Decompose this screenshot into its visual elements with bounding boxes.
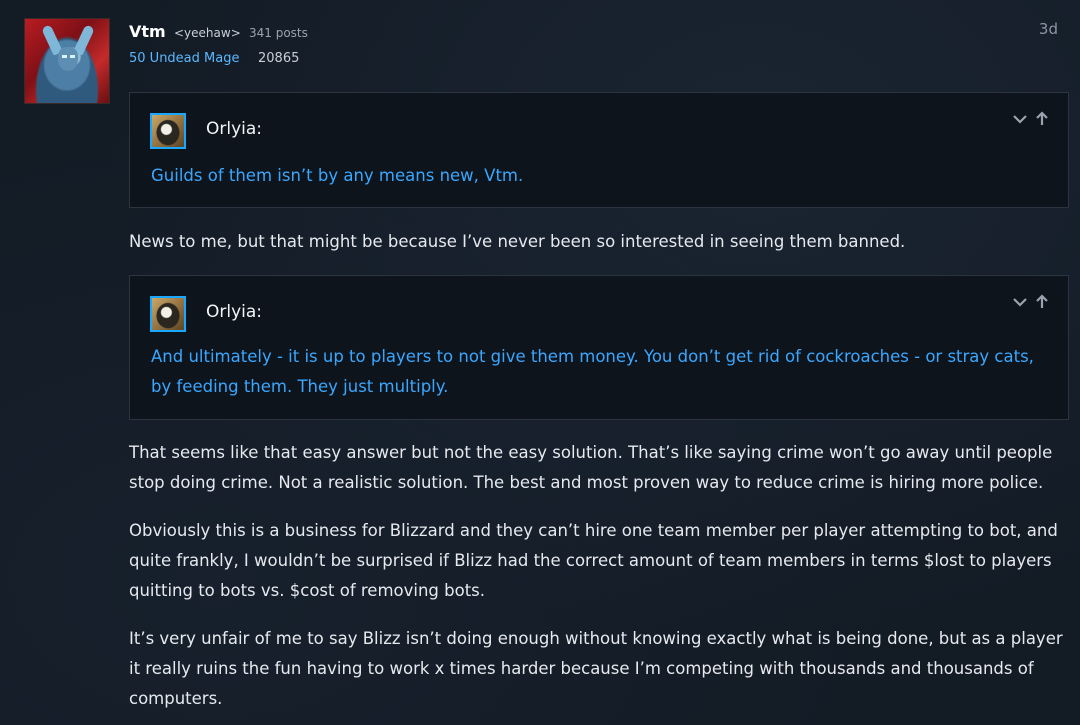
- quote-username: Orlyia:: [206, 119, 263, 139]
- avatar-face: [58, 47, 78, 71]
- achievement-points: 20865: [258, 51, 300, 66]
- arrow-up-icon[interactable]: [1034, 294, 1050, 314]
- quote-avatar[interactable]: [150, 113, 186, 149]
- quote-username: Orlyia:: [206, 302, 263, 322]
- user-avatar[interactable]: [24, 18, 110, 104]
- character-info[interactable]: 50 Undead Mage: [129, 51, 239, 66]
- quote-block: Orlyia: Guilds of them isn’t by any mean…: [129, 92, 1069, 208]
- post-paragraph: That seems like that easy answer but not…: [129, 443, 1053, 492]
- quote-tools: [1012, 111, 1050, 131]
- user-title: <yeehaw>: [174, 26, 241, 40]
- avatar-eye-right: [70, 55, 75, 58]
- chevron-down-icon[interactable]: [1012, 294, 1028, 314]
- quote-tools: [1012, 294, 1050, 314]
- post-paragraph: Obviously this is a business for Blizzar…: [129, 521, 1058, 600]
- username[interactable]: Vtm: [129, 22, 166, 41]
- post-paragraph: It’s very unfair of me to say Blizz isn’…: [129, 629, 1063, 708]
- avatar-eye-left: [62, 55, 67, 58]
- arrow-up-icon[interactable]: [1034, 111, 1050, 131]
- quote-text[interactable]: Guilds of them isn’t by any means new, V…: [151, 161, 1038, 191]
- quote-avatar[interactable]: [150, 296, 186, 332]
- chevron-down-icon[interactable]: [1012, 111, 1028, 131]
- post-count: 341 posts: [249, 26, 308, 40]
- quote-block: Orlyia: And ultimately - it is up to pla…: [129, 275, 1069, 420]
- post-paragraph: News to me, but that might be because I’…: [129, 232, 906, 251]
- quote-text[interactable]: And ultimately - it is up to players to …: [151, 342, 1038, 402]
- post-date[interactable]: 3d: [1039, 20, 1058, 38]
